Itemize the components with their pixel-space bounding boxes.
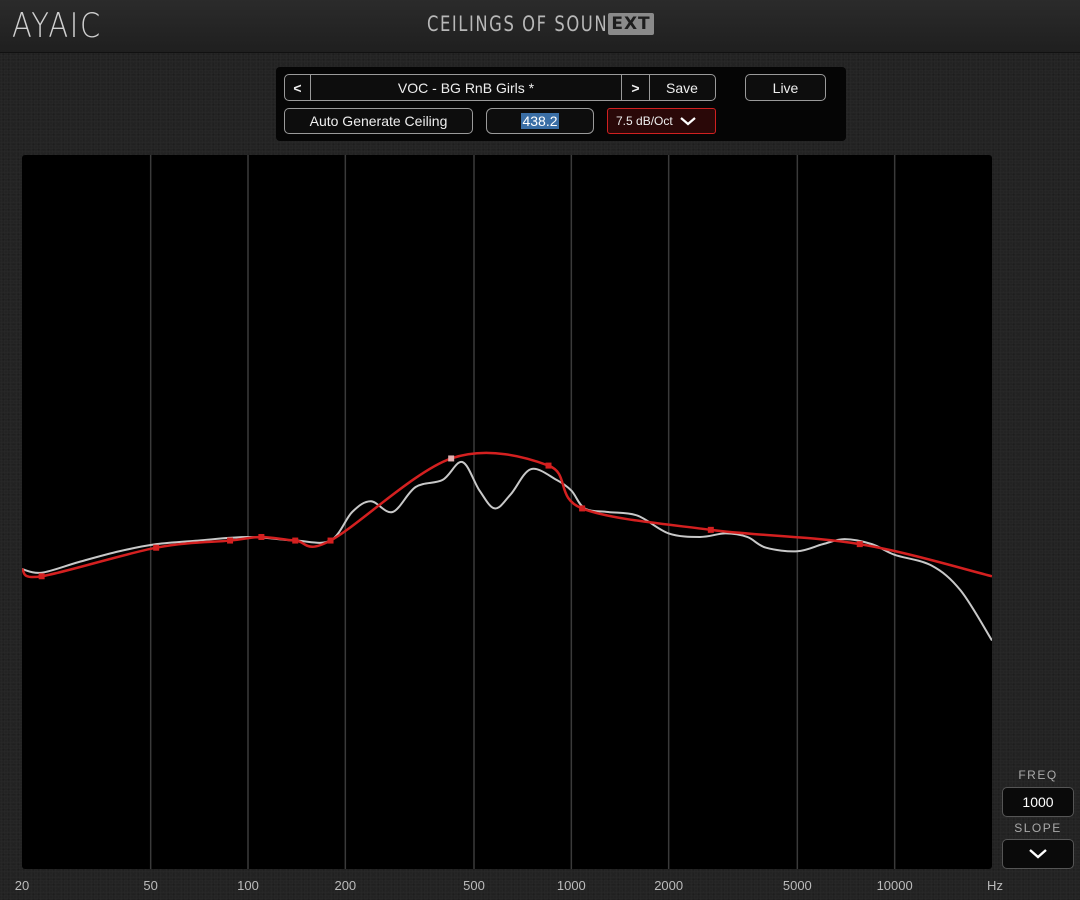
axis-unit-label: Hz	[987, 878, 1003, 893]
ceiling-handle[interactable]	[153, 544, 160, 551]
preset-selector: < VOC - BG RnB Girls * > Save	[284, 74, 716, 101]
ceiling-handle[interactable]	[292, 537, 299, 544]
eq-graph[interactable]	[22, 155, 992, 869]
axis-tick-label: 1000	[556, 878, 586, 893]
slope-select[interactable]	[1002, 839, 1074, 869]
axis-tick-label: 100	[237, 878, 259, 893]
live-button[interactable]: Live	[745, 74, 826, 101]
prev-preset-button[interactable]: <	[285, 75, 311, 100]
ext-badge: EXT	[608, 13, 654, 35]
chevron-down-icon	[1029, 849, 1047, 859]
ceiling-handle[interactable]	[545, 462, 552, 469]
axis-tick-label: 500	[463, 878, 485, 893]
ceiling-handle[interactable]	[38, 573, 45, 580]
freq-input[interactable]: 1000	[1002, 787, 1074, 817]
auto-generate-ceiling-button[interactable]: Auto Generate Ceiling	[284, 108, 473, 134]
spectrum-curve	[22, 461, 992, 642]
value-input-text: 438.2	[521, 113, 559, 129]
ceiling-handle[interactable]	[258, 533, 265, 540]
ceiling-handle[interactable]	[856, 541, 863, 548]
slope-label: SLOPE	[1014, 821, 1062, 835]
save-button[interactable]: Save	[649, 75, 715, 100]
slope-dropdown-label: 7.5 dB/Oct	[616, 114, 673, 128]
value-input[interactable]: 438.2	[486, 108, 594, 134]
brand-logo: AYAIC	[12, 6, 102, 46]
header-bar: AYAIC CEILINGS OF SOUND EXT	[0, 0, 1080, 53]
axis-tick-label: 200	[334, 878, 357, 893]
axis-tick-label: 50	[143, 878, 158, 893]
preset-name[interactable]: VOC - BG RnB Girls *	[311, 75, 621, 100]
ceiling-handle[interactable]	[707, 526, 714, 533]
axis-tick-label: 5000	[782, 878, 812, 893]
ceiling-handle[interactable]	[227, 537, 234, 544]
ceiling-handle[interactable]	[579, 505, 586, 512]
chevron-down-icon	[680, 117, 696, 126]
freq-label: FREQ	[1018, 768, 1058, 782]
ceiling-curve[interactable]	[22, 451, 992, 579]
eq-graph-svg	[22, 155, 992, 869]
axis-tick-label: 10000	[876, 878, 913, 893]
next-preset-button[interactable]: >	[621, 75, 650, 100]
axis-tick-label: 2000	[654, 878, 684, 893]
slope-dropdown[interactable]: 7.5 dB/Oct	[607, 108, 716, 134]
product-title: CEILINGS OF SOUND	[427, 12, 623, 36]
axis-tick-label: 20	[14, 878, 30, 893]
ceiling-handle[interactable]	[327, 537, 334, 544]
ceiling-handle[interactable]	[448, 455, 455, 462]
